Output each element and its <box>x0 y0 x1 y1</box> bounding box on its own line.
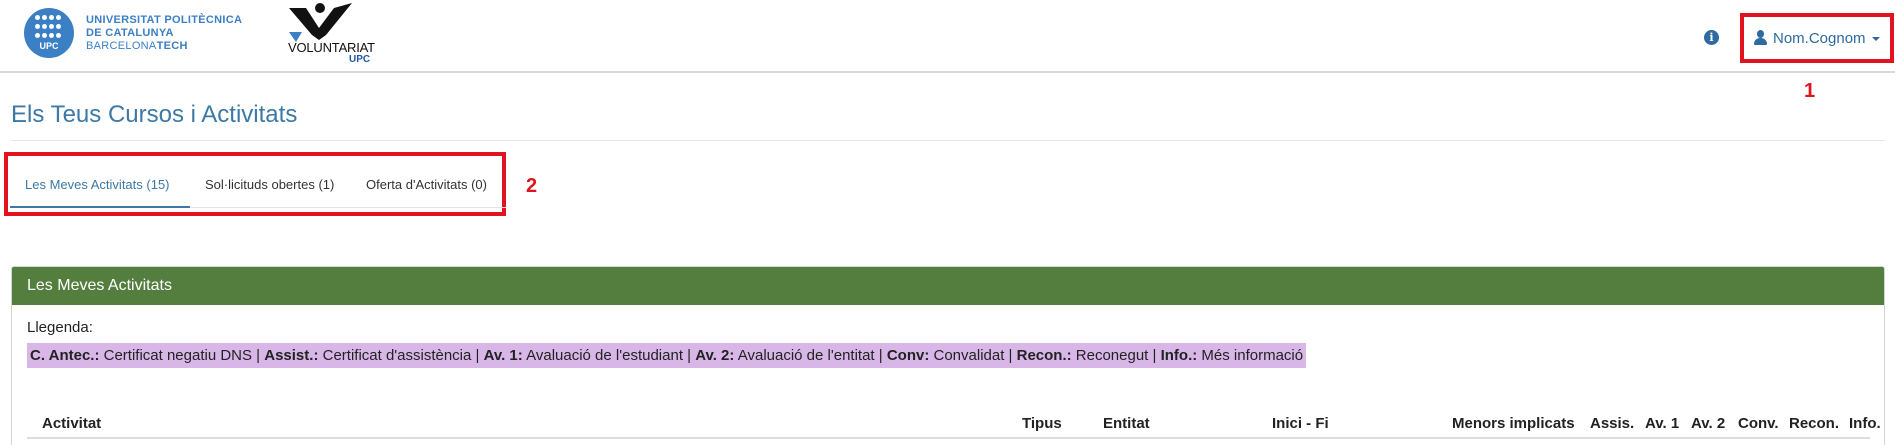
column-header-av2[interactable]: Av. 2 <box>1691 415 1725 432</box>
column-header-activity[interactable]: Activitat <box>42 415 101 432</box>
voluntariat-figure-icon <box>289 3 352 42</box>
panel-title: Les Meves Activitats <box>12 267 1884 305</box>
annotation-2: 2 <box>526 175 538 197</box>
legend-value: Avaluació de l'estudiant | <box>522 347 696 364</box>
annotation-1: 1 <box>1804 80 1816 102</box>
page-title: Els Teus Cursos i Activitats <box>11 101 298 128</box>
user-menu-dropdown[interactable]: Nom.Cognom <box>1740 13 1894 63</box>
university-name-line2: DE CATALUNYA <box>86 26 174 39</box>
column-header-entity[interactable]: Entitat <box>1103 415 1150 432</box>
voluntariat-logo[interactable]: VOLUNTARIAT UPC <box>286 2 378 66</box>
legend-value: Reconegut | <box>1071 347 1161 364</box>
my-activities-panel: Les Meves Activitats Llegenda: C. Antec.… <box>11 266 1885 445</box>
column-header-recon[interactable]: Recon. <box>1789 415 1839 432</box>
legend-key: Av. 2: <box>695 347 735 364</box>
column-header-av1[interactable]: Av. 1 <box>1645 415 1679 432</box>
legend-value: Certificat d'assistència | <box>318 347 484 364</box>
legend-key: Conv: <box>886 347 930 364</box>
info-circle-icon[interactable]: i <box>1704 30 1719 45</box>
title-divider <box>11 140 1885 141</box>
top-navbar: UPC UNIVERSITAT POLITÈCNICA DE CATALUNYA… <box>0 0 1895 73</box>
legend-key: Av. 1: <box>483 347 523 364</box>
university-name-line3: BARCELONA <box>86 39 157 52</box>
legend-box: C. Antec.: Certificat negatiu DNS | Assi… <box>27 343 1307 368</box>
legend-key: Info.: <box>1160 347 1198 364</box>
user-icon <box>1753 30 1768 46</box>
voluntariat-word: VOLUNTARIAT <box>288 40 375 55</box>
upc-logo[interactable]: UPC UNIVERSITAT POLITÈCNICA DE CATALUNYA… <box>24 7 284 59</box>
tab-activity-offer[interactable]: Oferta d'Activitats (0) <box>351 165 506 208</box>
legend-key: C. Antec.: <box>30 347 100 364</box>
column-header-minors[interactable]: Menors implicats <box>1452 415 1575 432</box>
legend-value: Avaluació de l'entitat | <box>734 347 887 364</box>
activity-tabs: Les Meves Activitats (15) Sol·licituds o… <box>10 165 506 208</box>
legend-value: Convalidat | <box>929 347 1017 364</box>
column-header-info[interactable]: Info. <box>1849 415 1881 432</box>
user-name: Nom.Cognom <box>1773 29 1866 47</box>
tab-open-requests[interactable]: Sol·licituds obertes (1) <box>190 165 351 208</box>
column-header-assist[interactable]: Assis. <box>1590 415 1634 432</box>
legend-value: Més informació <box>1197 347 1304 364</box>
university-name-line1: UNIVERSITAT POLITÈCNICA <box>86 13 243 26</box>
tab-my-activities[interactable]: Les Meves Activitats (15) <box>10 165 190 208</box>
caret-down-icon <box>1871 37 1880 41</box>
column-header-dates[interactable]: Inici - Fi <box>1272 415 1329 432</box>
legend-label: Llegenda: <box>27 319 93 336</box>
legend-key: Assist.: <box>264 347 319 364</box>
voluntariat-upc: UPC <box>349 54 371 65</box>
university-name-line3-bold: TECH <box>156 39 188 52</box>
upc-mark-text: UPC <box>39 41 59 51</box>
legend-key: Recon.: <box>1016 347 1072 364</box>
legend-value: Certificat negatiu DNS | <box>99 347 265 364</box>
column-header-type[interactable]: Tipus <box>1022 415 1062 432</box>
upc-emblem-icon: UPC <box>24 8 74 58</box>
column-header-conv[interactable]: Conv. <box>1738 415 1779 432</box>
activities-table-header: Activitat Tipus Entitat Inici - Fi Menor… <box>27 409 1881 439</box>
